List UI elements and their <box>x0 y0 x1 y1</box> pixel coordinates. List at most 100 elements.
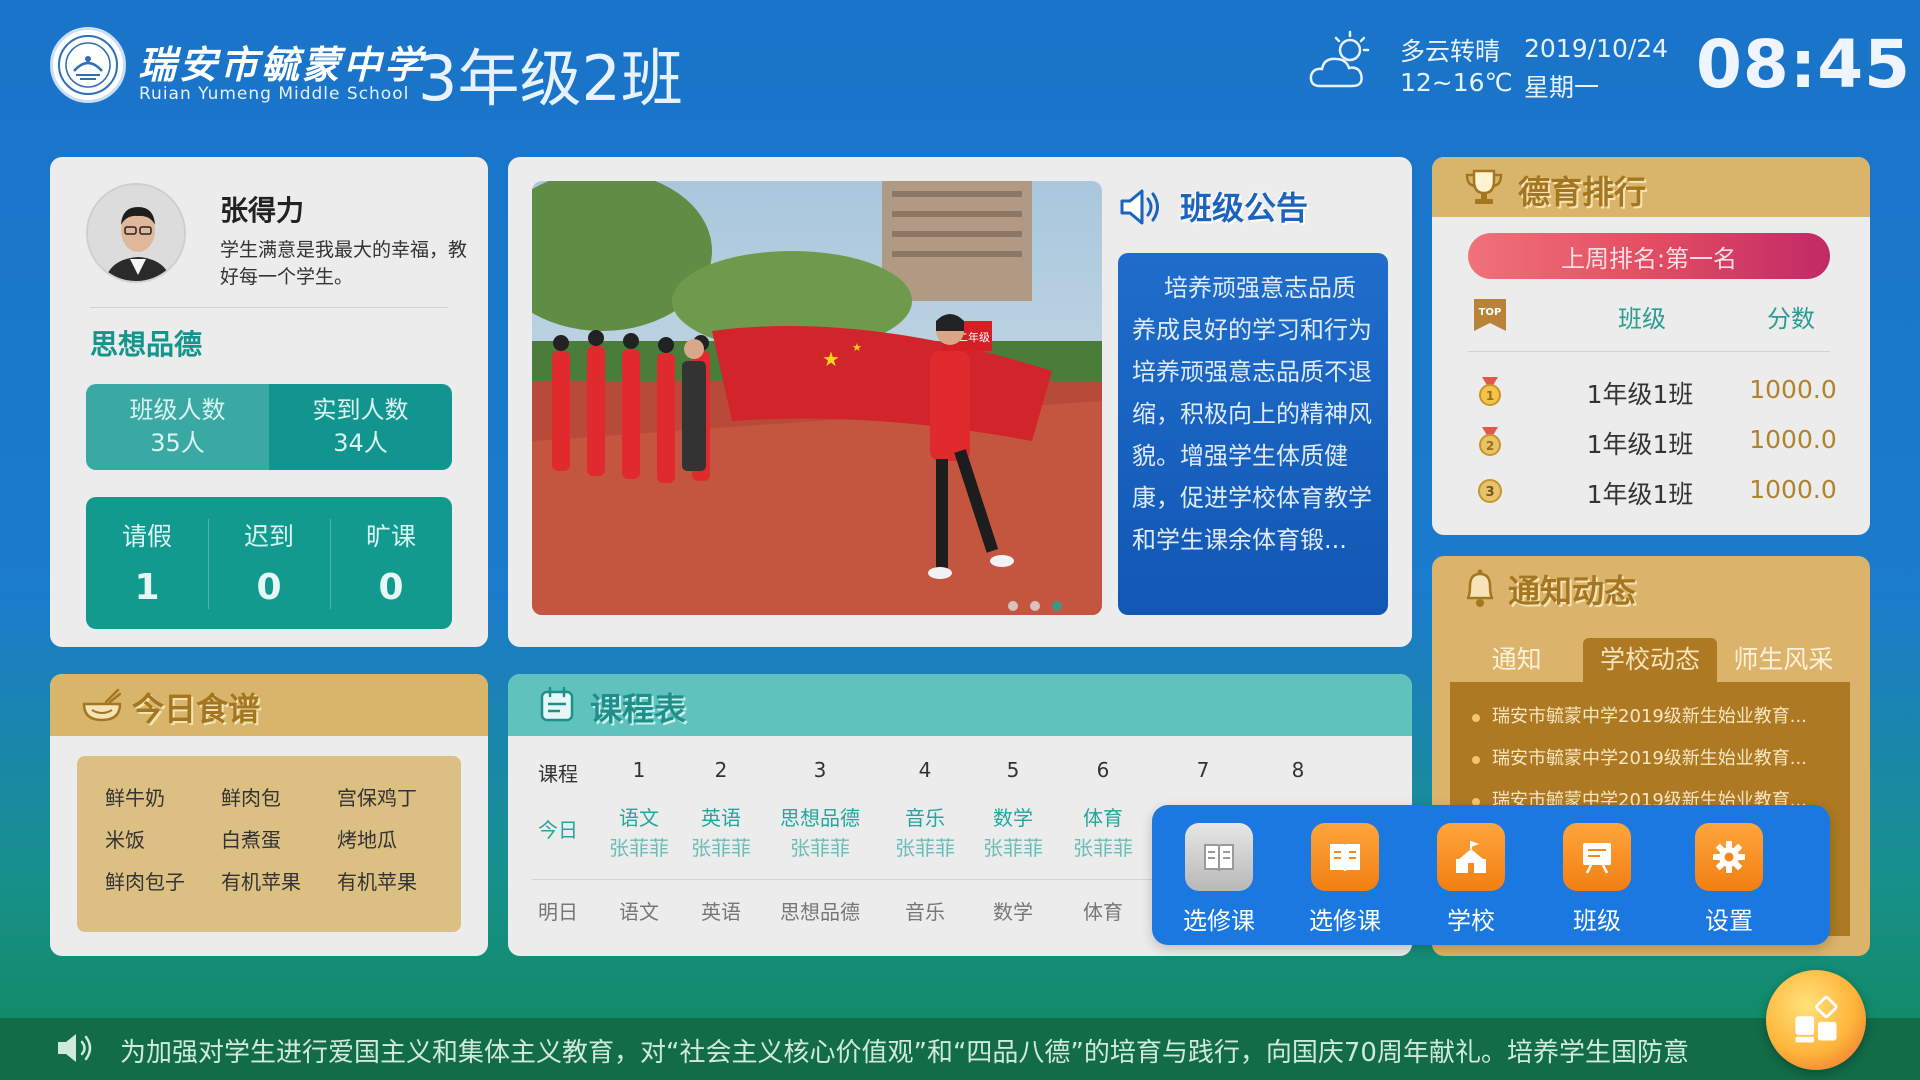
elective-course-button[interactable]: 选修课 <box>1164 823 1274 935</box>
ranking-row: 2 1年级1班 1000.0 <box>1432 419 1870 463</box>
header: 瑞安市毓蒙中学 Ruian Yumeng Middle School 3年级2班… <box>0 0 1920 140</box>
ranking-class: 1年级1班 <box>1586 480 1694 509</box>
book-icon <box>1185 823 1253 891</box>
attendance-summary: 班级人数 35人 实到人数 34人 <box>86 384 452 470</box>
tomorrow-subject: 音乐 <box>905 900 945 924</box>
svg-text:★: ★ <box>822 347 840 371</box>
news-item[interactable]: 瑞安市毓蒙中学2019级新生始业教育... <box>1468 738 1832 780</box>
trophy-icon <box>1465 169 1503 204</box>
app-grid-icon <box>1795 995 1838 1043</box>
bowl-icon <box>82 688 122 722</box>
tab-notice[interactable]: 通知 <box>1450 638 1583 682</box>
bell-icon <box>1466 569 1494 607</box>
menu-item: 有机苹果 <box>221 870 301 894</box>
tomorrow-subject: 体育 <box>1083 900 1123 924</box>
carousel-dot[interactable] <box>1030 601 1040 611</box>
quick-launch-dock: 选修课 选修课 学校 班级 设置 <box>1152 805 1830 945</box>
tomorrow-subject: 思想品德 <box>780 900 860 924</box>
today-subject: 体育 <box>1083 806 1123 830</box>
schedule-period: 1 <box>632 758 646 782</box>
leave-label: 请假 <box>121 522 172 551</box>
schedule-period: 4 <box>918 758 932 782</box>
present-count: 实到人数 34人 <box>269 384 452 470</box>
today-subject: 数学 <box>993 806 1033 830</box>
event-photo: ★ ★ 高二年级 <box>532 181 1102 615</box>
today-label: 今日 <box>538 818 578 842</box>
tab-school-news[interactable]: 学校动态 <box>1583 638 1717 682</box>
schedule-period: 5 <box>1006 758 1020 782</box>
schedule-period: 8 <box>1291 758 1305 782</box>
today-subject: 音乐 <box>905 806 945 830</box>
absent-stat: 旷课 0 <box>330 497 452 629</box>
teacher-avatar[interactable] <box>86 183 186 283</box>
ranking-row: 3 1年级1班 1000.0 <box>1432 469 1870 513</box>
settings-button[interactable]: 设置 <box>1674 823 1784 935</box>
menu-item: 米饭 <box>105 828 145 852</box>
school-name-en: Ruian Yumeng Middle School <box>139 84 410 104</box>
leave-value: 1 <box>134 567 160 608</box>
late-value: 0 <box>256 567 282 608</box>
carousel-indicator[interactable] <box>1008 601 1062 611</box>
event-photo-carousel[interactable]: ★ ★ 高二年级 <box>532 181 1102 615</box>
ticker-text: 为加强对学生进行爱国主义和集体主义教育，对“社会主义核心价值观”和“四品八德”的… <box>120 1038 1689 1068</box>
dock-label: 学校 <box>1447 907 1495 935</box>
book-icon <box>1311 823 1379 891</box>
notice-content[interactable]: 培养顽强意志品质养成良好的学习和行为培养顽强意志品质不退缩，积极向上的精神风貌。… <box>1118 253 1388 615</box>
menu-item: 烤地瓜 <box>337 828 397 852</box>
moral-ranking-panel: 德育排行 上周排名:第一名 TOP 班级 分数 1 1年级1班 1000.0 2… <box>1432 157 1870 535</box>
menu-item: 鲜肉包 <box>221 786 281 810</box>
dock-label: 班级 <box>1573 907 1621 935</box>
ranking-title: 德育排行 <box>1518 173 1647 211</box>
carousel-dot[interactable] <box>1008 601 1018 611</box>
today-subject: 英语 <box>701 806 741 830</box>
today-teacher: 张菲菲 <box>609 836 669 860</box>
today-teacher: 张菲菲 <box>983 836 1043 860</box>
class-count-label: 班级人数 <box>129 396 226 424</box>
attendance-detail: 请假 1 迟到 0 旷课 0 <box>86 497 452 629</box>
carousel-dot-active[interactable] <box>1052 601 1062 611</box>
elective-course-button[interactable]: 选修课 <box>1290 823 1400 935</box>
gear-icon <box>1695 823 1763 891</box>
subject-title: 思想品德 <box>90 328 203 361</box>
class-count: 班级人数 35人 <box>86 384 269 470</box>
today-teacher: 张菲菲 <box>691 836 751 860</box>
tab-teacher-student[interactable]: 师生风采 <box>1717 638 1850 682</box>
menu-title: 今日食谱 <box>132 690 261 728</box>
dock-label: 选修课 <box>1183 907 1255 935</box>
school-name-cn: 瑞安市毓蒙中学 <box>138 42 426 87</box>
late-label: 迟到 <box>243 522 294 551</box>
schedule-period: 7 <box>1196 758 1210 782</box>
speaker-icon <box>1120 189 1159 225</box>
notice-title: 班级公告 <box>1180 189 1309 227</box>
weather-temperature: 12~16℃ <box>1400 68 1513 97</box>
svg-text:★: ★ <box>852 341 862 354</box>
tomorrow-subject: 英语 <box>701 900 741 924</box>
class-button[interactable]: 班级 <box>1542 823 1652 935</box>
divider <box>1468 351 1830 352</box>
dock-label: 选修课 <box>1309 907 1381 935</box>
present-count-label: 实到人数 <box>312 396 409 424</box>
top-badge-text: TOP <box>1479 307 1502 318</box>
today-teacher: 张菲菲 <box>1073 836 1133 860</box>
today-subject: 思想品德 <box>780 806 860 830</box>
teacher-motto: 学生满意是我最大的幸福，教好每一个学生。 <box>220 239 468 288</box>
ranking-score: 1000.0 <box>1749 425 1837 454</box>
class-title: 3年级2班 <box>418 42 683 115</box>
tomorrow-subject: 语文 <box>619 900 659 924</box>
ranking-row: 1 1年级1班 1000.0 <box>1432 369 1870 413</box>
ranking-col-score: 分数 <box>1767 305 1815 333</box>
app-launcher-button[interactable] <box>1766 970 1866 1070</box>
presentation-board-icon <box>1563 823 1631 891</box>
menu-item: 白煮蛋 <box>221 828 281 852</box>
ranking-score: 1000.0 <box>1749 475 1837 504</box>
class-count-value: 35人 <box>150 429 205 457</box>
news-tabs: 通知 学校动态 师生风采 <box>1450 638 1850 682</box>
school-button[interactable]: 学校 <box>1416 823 1526 935</box>
news-item[interactable]: 瑞安市毓蒙中学2019级新生始业教育... <box>1468 696 1832 738</box>
last-week-rank-badge: 上周排名:第一名 <box>1468 233 1830 279</box>
schedule-title: 课程表 <box>590 690 687 728</box>
ranking-score: 1000.0 <box>1749 375 1837 404</box>
schedule-period: 6 <box>1096 758 1110 782</box>
school-logo-icon <box>50 27 126 103</box>
silver-medal-icon: 2 <box>1479 427 1501 456</box>
